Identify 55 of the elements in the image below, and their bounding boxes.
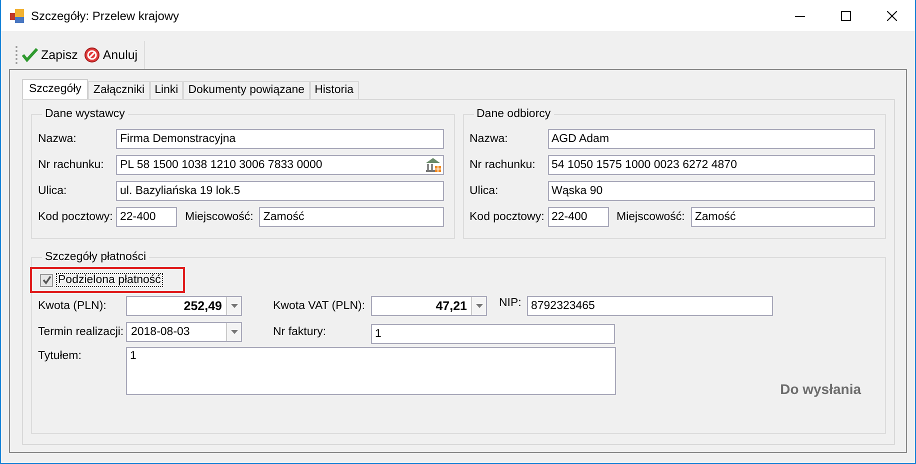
text-field[interactable]: 54 1050 1575 1000 0023 6272 4870 xyxy=(548,155,875,175)
text-field[interactable]: Zamość xyxy=(690,207,875,227)
field-label: Kwota (PLN): xyxy=(38,300,108,312)
maximize-icon xyxy=(841,10,851,20)
tab[interactable]: Szczegóły xyxy=(22,79,88,99)
text-field[interactable]: 22-400 xyxy=(548,207,608,227)
text-field[interactable]: 8792323465 xyxy=(527,296,773,316)
field-label: Nazwa: xyxy=(38,133,78,145)
field-label: Kod pocztowy: xyxy=(470,211,546,223)
text-field[interactable]: Firma Demonstracyjna xyxy=(116,129,444,149)
toolbar-grip-icon[interactable] xyxy=(15,45,18,65)
check-icon xyxy=(42,275,52,285)
dropdown-icon[interactable] xyxy=(230,330,238,334)
status-label: Do wysłania xyxy=(780,381,861,397)
tab[interactable]: Historia xyxy=(310,81,359,99)
dropdown-icon[interactable] xyxy=(230,304,238,308)
save-button[interactable]: Zapisz xyxy=(20,44,80,66)
combo-box[interactable]: 47,21 xyxy=(371,296,487,316)
checkmark-icon xyxy=(22,47,38,63)
field-label: NIP: xyxy=(499,297,522,309)
text-field[interactable]: 22-400 xyxy=(116,207,177,227)
text-field[interactable]: Zamość xyxy=(259,207,444,227)
field-label: Miejscowość: xyxy=(616,211,685,223)
group-title: Dane wystawcy xyxy=(44,108,126,120)
field-label: Kod pocztowy: xyxy=(38,211,114,223)
field-label: Kwota VAT (PLN): xyxy=(273,300,366,312)
field-label: Ulica: xyxy=(470,185,500,197)
app-icon xyxy=(9,8,25,24)
tab[interactable]: Dokumenty powiązane xyxy=(183,81,310,99)
text-field[interactable]: Wąska 90 xyxy=(548,181,875,201)
field-label: Nr rachunku: xyxy=(470,159,536,171)
checkbox-label[interactable]: Podzielona płatność xyxy=(56,273,163,287)
text-area[interactable]: 1 xyxy=(126,347,616,395)
field-label: Nr rachunku: xyxy=(38,159,105,171)
field-label: Ulica: xyxy=(38,185,68,197)
close-icon xyxy=(887,10,897,20)
text-field[interactable]: ul. Bazyliańska 19 lok.5 xyxy=(116,181,444,201)
cancel-button[interactable]: Anuluj xyxy=(82,44,140,66)
text-field[interactable]: AGD Adam xyxy=(548,129,875,149)
field-label: Nr faktury: xyxy=(273,326,328,338)
tab[interactable]: Linki xyxy=(150,81,184,99)
combo-box[interactable]: 2018-08-03 xyxy=(126,322,242,342)
tab[interactable]: Załączniki xyxy=(88,81,150,99)
window-title: Szczegóły: Przelew krajowy xyxy=(31,8,180,22)
group-title: Szczegóły płatności xyxy=(44,251,147,263)
prohibited-icon xyxy=(84,47,100,63)
text-field[interactable]: 1 xyxy=(371,324,615,344)
field-label: Tytułem: xyxy=(38,349,82,362)
field-label: Nazwa: xyxy=(470,133,509,145)
field-label: Termin realizacji: xyxy=(38,326,125,338)
combo-box[interactable]: 252,49 xyxy=(126,296,242,316)
dropdown-icon[interactable] xyxy=(476,304,482,308)
field-label: Miejscowość: xyxy=(185,211,254,223)
checkbox[interactable] xyxy=(40,274,53,286)
group-title: Dane odbiorcy xyxy=(476,108,552,120)
